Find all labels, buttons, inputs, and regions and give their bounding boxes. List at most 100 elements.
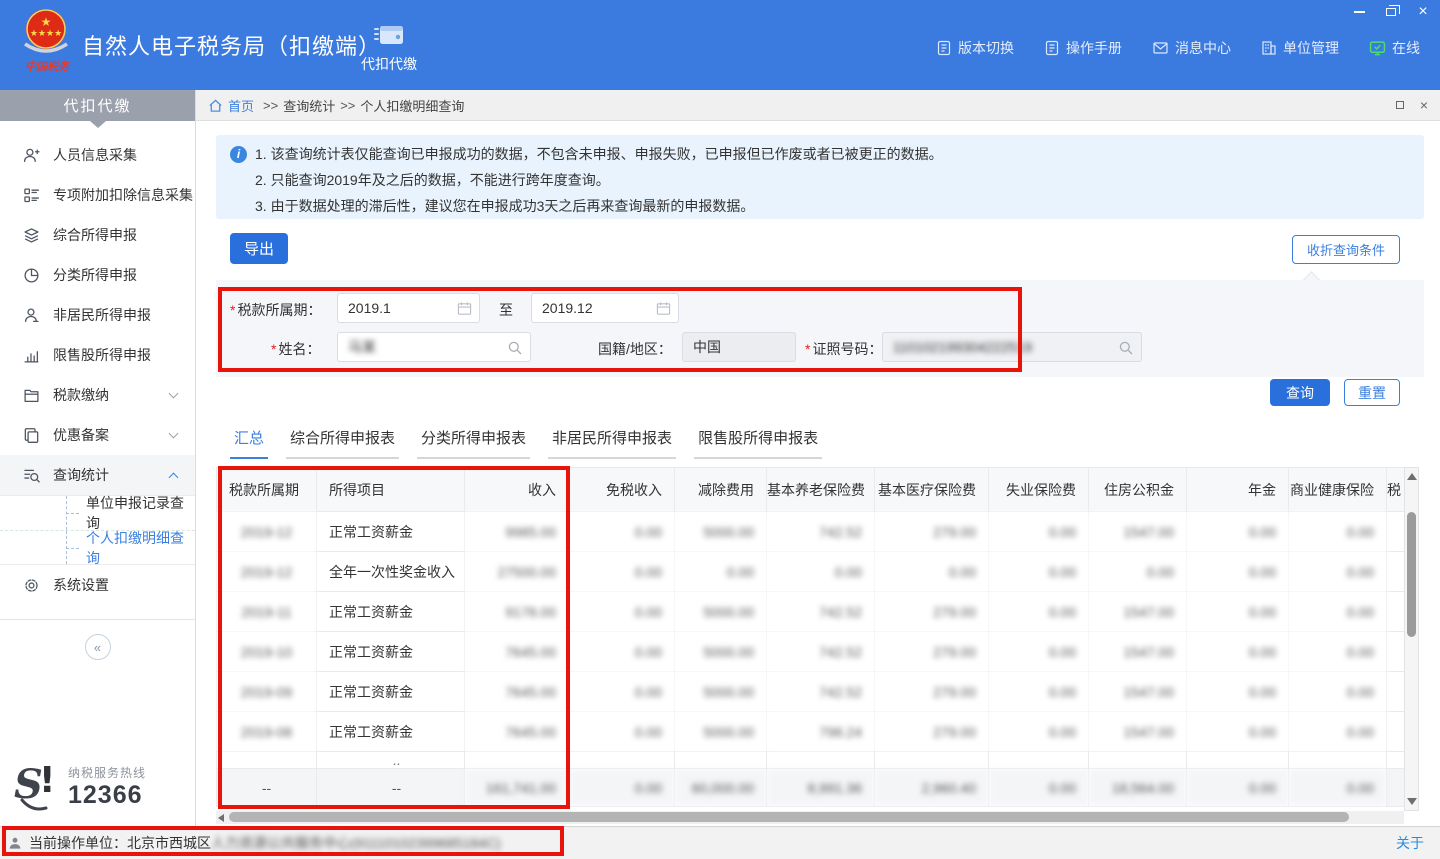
module-tab-withholding[interactable]: 代扣代缴 (348, 14, 430, 80)
sidebar-item-tax-payment[interactable]: 税款缴纳 (0, 375, 195, 415)
person-plus-icon (22, 146, 40, 164)
table-cell: 1547.00 (1089, 592, 1187, 632)
sidebar-item-system-settings[interactable]: 系统设置 (0, 565, 195, 605)
document-icon (936, 40, 952, 56)
about-link[interactable]: 关于 (1396, 833, 1424, 853)
table-cell: 0.00 (569, 632, 675, 672)
horizontal-scroll-thumb[interactable] (229, 812, 1349, 822)
list-card-icon (22, 186, 40, 204)
table-cell: 742.52 (767, 632, 875, 672)
menu-manual[interactable]: 操作手册 (1044, 38, 1122, 58)
query-button[interactable]: 查询 (1270, 379, 1330, 406)
nationality-field: 中国 (682, 332, 796, 362)
minimize-button[interactable] (1350, 4, 1368, 20)
search-icon[interactable] (507, 340, 523, 356)
menu-message-center[interactable]: 消息中心 (1152, 38, 1231, 58)
notice-line-3: 3. 由于数据处理的滞后性，建议您在申报成功3天之后再来查询最新的申报数据。 (230, 193, 1410, 219)
sidebar-header: 代扣代缴 (0, 90, 195, 121)
table-cell (1089, 752, 1187, 769)
notice-box: 1. 该查询统计表仅能查询已申报成功的数据，不包含未申报、申报失败，已申报但已作… (216, 135, 1424, 219)
wallet-icon (372, 21, 406, 49)
calendar-icon[interactable] (656, 301, 671, 316)
table-cell: 1547.00 (1089, 632, 1187, 672)
table-cell: 279.00 (875, 672, 989, 712)
search-icon[interactable] (1118, 340, 1134, 356)
table-cell (1387, 672, 1405, 712)
sidebar-subitem-unit-declaration-query[interactable]: 单位申报记录查询 (0, 496, 195, 530)
sidebar-item-personnel-info[interactable]: 人员信息采集 (0, 135, 195, 175)
export-button[interactable]: 导出 (230, 233, 288, 264)
scroll-up-arrow[interactable] (1407, 472, 1417, 480)
table-cell: 0.00 (569, 552, 675, 592)
name-field[interactable]: 马某 (337, 332, 531, 362)
tab-classified-income[interactable]: 分类所得申报表 (417, 427, 530, 459)
emblem-icon: ★ ★★★★ (18, 4, 74, 62)
notice-line-2: 2. 只能查询2019年及之后的数据，不能进行跨年度查询。 (230, 167, 1410, 193)
sidebar-item-restricted-shares[interactable]: 限售股所得申报 (0, 335, 195, 375)
menu-online-status[interactable]: 在线 (1369, 38, 1420, 58)
layers-icon (22, 226, 40, 244)
restore-button[interactable] (1382, 4, 1400, 20)
table-cell: 0.00 (875, 552, 989, 592)
table-cell: 0.00 (1289, 672, 1387, 712)
table-cell: 0.00 (1187, 672, 1289, 712)
pane-maximize-icon[interactable] (1396, 101, 1404, 109)
table-cell (1387, 632, 1405, 672)
sidebar-item-special-deduction[interactable]: 专项附加扣除信息采集 (0, 175, 195, 215)
sidebar-collapse-button[interactable] (85, 634, 111, 660)
sidebar-item-classified-income[interactable]: 分类所得申报 (0, 255, 195, 295)
scroll-left-arrow[interactable] (218, 814, 224, 822)
to-label: 至 (499, 300, 513, 320)
vertical-scrollbar[interactable] (1404, 467, 1419, 811)
sidebar-item-nonresident-income[interactable]: 非居民所得申报 (0, 295, 195, 335)
sidebar-item-comprehensive-income[interactable]: 综合所得申报 (0, 215, 195, 255)
table-cell: 60,000.00 (675, 769, 767, 807)
period-to-field[interactable] (531, 293, 679, 323)
sidebar-item-preferential-filing[interactable]: 优惠备案 (0, 415, 195, 455)
column-header: 商业健康保险 (1289, 468, 1387, 512)
id-number-field[interactable]: 110102199304222519 (882, 332, 1142, 362)
hotline-block: S ! 纳税服务热线 12366 (14, 760, 146, 814)
vertical-scroll-thumb[interactable] (1407, 512, 1416, 637)
table-cell: 0.00 (569, 672, 675, 712)
horizontal-scrollbar[interactable] (216, 811, 1404, 824)
tab-nonresident-income[interactable]: 非居民所得申报表 (548, 427, 676, 459)
close-button[interactable]: × (1414, 4, 1432, 20)
tab-comprehensive-income[interactable]: 综合所得申报表 (286, 427, 399, 459)
table-cell: 279.00 (875, 512, 989, 552)
table-cell: 正常工资薪金 (317, 632, 465, 672)
query-statistics-submenu: 单位申报记录查询 个人扣缴明细查询 (0, 495, 195, 565)
menu-unit-management[interactable]: 单位管理 (1261, 38, 1339, 58)
sidebar-item-query-statistics[interactable]: 查询统计 (0, 455, 195, 495)
mail-icon (1152, 40, 1169, 56)
table-cell (569, 752, 675, 769)
calendar-icon[interactable] (457, 301, 472, 316)
table-cell: 2019-11 (217, 592, 317, 632)
menu-version-switch[interactable]: 版本切换 (936, 38, 1014, 58)
manual-icon (1044, 40, 1060, 56)
table-cell: 正常工资薪金 (317, 512, 465, 552)
name-label: *姓名： (271, 339, 320, 359)
table-cell: 5000.00 (675, 512, 767, 552)
window-controls: × (1350, 4, 1432, 20)
column-header: 基本医疗保险费 (875, 468, 989, 512)
table-cell: 8,991.36 (767, 769, 875, 807)
hotline-caption: 纳税服务热线 (68, 764, 146, 781)
notice-line-1: 1. 该查询统计表仅能查询已申报成功的数据，不包含未申报、申报失败，已申报但已作… (255, 141, 943, 167)
table-cell: 正常工资薪金 (317, 672, 465, 712)
collapse-query-button[interactable]: 收折查询条件 (1292, 235, 1400, 264)
tab-summary[interactable]: 汇总 (230, 427, 268, 459)
column-header: 基本养老保险费 (767, 468, 875, 512)
id-number-label: *证照号码： (805, 339, 882, 359)
table-cell: 7645.00 (465, 712, 569, 752)
table-cell (1387, 552, 1405, 592)
pane-close-icon[interactable]: × (1420, 98, 1428, 112)
reset-button[interactable]: 重置 (1344, 379, 1400, 406)
current-unit-label: 当前操作单位： (29, 833, 127, 853)
sidebar-subitem-personal-withholding-detail-query[interactable]: 个人扣缴明细查询 (0, 530, 195, 564)
column-header: 税款所属期 (217, 468, 317, 512)
tab-restricted-shares[interactable]: 限售股所得申报表 (694, 427, 822, 459)
scroll-down-arrow[interactable] (1407, 798, 1417, 806)
period-from-field[interactable] (337, 293, 480, 323)
breadcrumb-home-link[interactable]: 首页 (228, 96, 254, 115)
